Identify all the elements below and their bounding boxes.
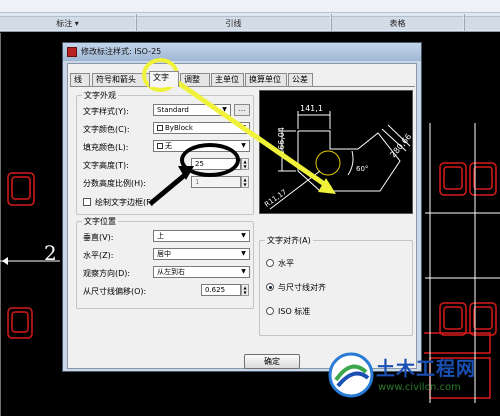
text-color-combo[interactable]: ByBlock ▼: [153, 122, 250, 134]
chevron-down-icon: ▼: [241, 268, 246, 275]
text-placement-legend: 文字位置: [82, 216, 118, 227]
dialog-titlebar[interactable]: 修改标注样式: ISO-25: [63, 43, 421, 61]
offset-label: 从尺寸线偏移(O):: [83, 287, 147, 296]
view-direction-label: 观察方向(D):: [83, 269, 131, 278]
text-alignment-group: 文字对齐(A) 水平 与尺寸线对齐 ISO 标准: [259, 235, 413, 336]
cad-dimension-text: 2: [44, 241, 57, 265]
ribbon-panel-table[interactable]: 表格: [332, 16, 463, 30]
align-horizontal-radio[interactable]: [266, 259, 274, 267]
tab-text[interactable]: 文字: [149, 71, 179, 87]
text-color-label: 文字颜色(C):: [83, 125, 130, 134]
text-height-spinner[interactable]: ▲ ▼: [241, 158, 249, 170]
align-with-dimline-label: 与尺寸线对齐: [278, 283, 326, 292]
chevron-down-icon: ▼: [241, 124, 246, 131]
tab-lines[interactable]: 线: [70, 73, 90, 86]
horizontal-label: 水平(Z):: [83, 251, 114, 260]
text-height-label: 文字高度(T):: [83, 161, 129, 170]
dimension-preview: 141,1 166,04 280,66 60° R11,17: [259, 90, 413, 214]
tab-alternate-units[interactable]: 换算单位: [245, 73, 287, 86]
modify-dimension-style-dialog: 修改标注样式: ISO-25 线 符号和箭头 文字 调整 主单位 换算单位 公差…: [62, 42, 422, 372]
text-placement-group: 文字位置 垂直(V): 上 ▼ 水平(Z): 居中 ▼ 观察方向(D): 从左到…: [76, 216, 254, 309]
tab-fit[interactable]: 调整: [180, 73, 210, 86]
text-alignment-legend: 文字对齐(A): [265, 235, 313, 246]
text-style-label: 文字样式(Y):: [83, 107, 129, 116]
text-appearance-legend: 文字外观: [82, 90, 118, 101]
autocad-app-icon: [67, 47, 77, 57]
align-iso-label: ISO 标准: [278, 307, 311, 316]
ribbon-panel-leader[interactable]: 引线: [137, 16, 330, 30]
vertical-value: 上: [157, 232, 164, 240]
ribbon-panel-dimension[interactable]: 标注 ▾: [0, 16, 135, 30]
color-swatch-icon: [157, 125, 163, 131]
align-with-dimline-radio[interactable]: [266, 283, 274, 291]
tab-strip: 线 符号和箭头 文字 调整 主单位 换算单位 公差: [70, 71, 415, 87]
draw-frame-checkbox[interactable]: [83, 198, 91, 206]
view-direction-combo[interactable]: 从左到右 ▼: [153, 266, 250, 278]
text-style-combo[interactable]: Standard ▼: [153, 104, 231, 116]
tab-tolerances[interactable]: 公差: [288, 73, 313, 86]
text-style-browse-button[interactable]: ...: [234, 104, 250, 116]
ribbon-panel-extra[interactable]: [465, 16, 500, 30]
offset-input[interactable]: 0.625: [201, 284, 241, 296]
ok-button[interactable]: 确定: [244, 354, 300, 369]
dialog-client-area: 线 符号和箭头 文字 调整 主单位 换算单位 公差 文字外观 文字样式(Y): …: [67, 63, 417, 369]
align-horizontal-label: 水平: [278, 259, 294, 268]
draw-frame-label: 绘制文字边框(F): [95, 198, 154, 207]
fraction-height-spinner[interactable]: ▲ ▼: [241, 176, 249, 188]
dialog-title: 修改标注样式: ISO-25: [81, 47, 162, 56]
view-direction-value: 从左到右: [157, 268, 185, 276]
tab-divider: [70, 86, 415, 87]
tab-primary-units[interactable]: 主单位: [211, 73, 244, 86]
text-color-value: ByBlock: [165, 124, 193, 132]
vertical-label: 垂直(V):: [83, 233, 114, 242]
highlight-circle-text-height: [180, 143, 240, 177]
preview-drawing: 141,1 166,04 280,66 60° R11,17: [263, 104, 413, 210]
offset-spinner[interactable]: ▲ ▼: [241, 284, 249, 296]
horizontal-combo[interactable]: 居中 ▼: [153, 248, 250, 260]
color-swatch-icon: [157, 143, 163, 149]
watermark-url: www.civilcn.com: [378, 382, 461, 393]
chevron-down-icon: ▼: [241, 250, 246, 257]
watermark-logo-text: 土木工程网: [376, 358, 477, 380]
preview-dim-top: 141,1: [300, 104, 323, 113]
horizontal-value: 居中: [157, 250, 171, 258]
align-iso-radio[interactable]: [266, 307, 274, 315]
chevron-down-icon: ▼: [222, 106, 227, 113]
fraction-height-label: 分数高度比例(H):: [83, 179, 146, 188]
chevron-down-icon: ▼: [241, 232, 246, 239]
vertical-combo[interactable]: 上 ▼: [153, 230, 250, 242]
ribbon-top-strip: [0, 0, 500, 13]
fraction-height-input[interactable]: 1: [191, 176, 241, 188]
fill-color-label: 填充颜色(L):: [83, 143, 129, 152]
text-style-value: Standard: [157, 106, 189, 114]
fill-color-value: 无: [165, 142, 172, 150]
preview-dim-left: 166,04: [277, 127, 286, 155]
preview-dim-angle: 60°: [356, 165, 368, 173]
civilcn-logo-icon: [328, 352, 374, 398]
chevron-down-icon: ▼: [241, 142, 246, 149]
watermark: 土木工程网 www.civilcn.com: [326, 346, 500, 416]
ribbon: 标注 ▾ 引线 表格: [0, 0, 500, 32]
